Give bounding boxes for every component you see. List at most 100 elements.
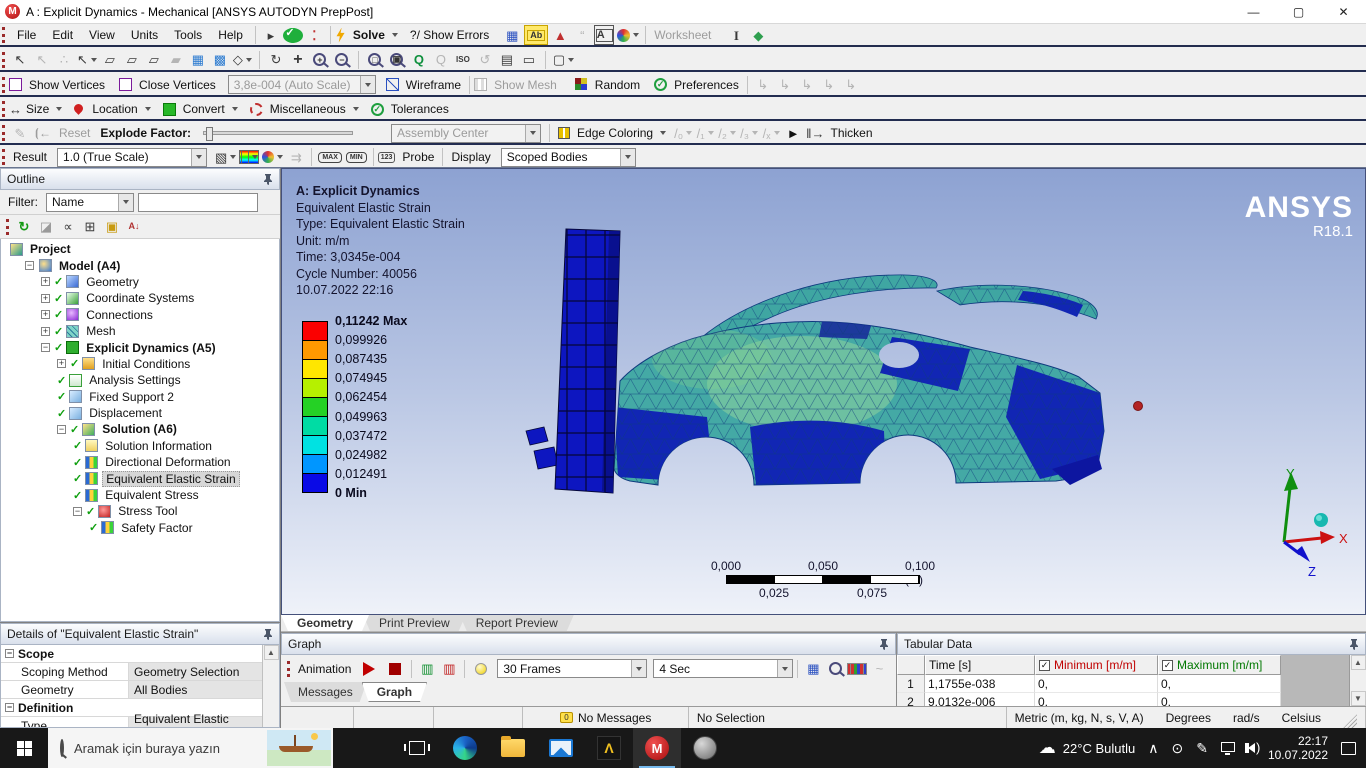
contours-display-icon[interactable]	[239, 150, 260, 164]
text-box-icon[interactable]: A	[594, 25, 615, 45]
result-scale-dropdown[interactable]	[191, 148, 207, 166]
convert-button[interactable]: Convert	[183, 102, 225, 116]
duration-dropdown[interactable]	[777, 660, 793, 677]
ansys-workbench-button[interactable]: Λ	[585, 728, 633, 768]
tree-expander[interactable]: −	[25, 261, 34, 271]
magnifier-green-icon[interactable]: Q	[409, 50, 429, 70]
tree-item-analysis-settings[interactable]: ✓ Analysis Settings	[1, 372, 279, 388]
scroll-down-button[interactable]: ▼	[1350, 691, 1366, 706]
size-button[interactable]: Size	[26, 102, 49, 116]
duration-combo[interactable]: 4 Sec	[653, 659, 794, 678]
pin-icon[interactable]	[263, 173, 273, 185]
tab-messages[interactable]: Messages	[284, 682, 367, 702]
close-vertices-button[interactable]: Close Vertices	[139, 78, 216, 92]
details-scrollbar[interactable]: ▲	[262, 645, 279, 727]
refresh-tree-icon[interactable]: ↻	[14, 217, 34, 237]
viewports-icon[interactable]: ▤	[497, 50, 517, 70]
graphics-viewport[interactable]: A: Explicit Dynamics Equivalent Elastic …	[281, 168, 1366, 615]
select-vertex-box-icon[interactable]: ▱	[100, 50, 120, 70]
tree-item-project[interactable]: Project	[1, 241, 279, 257]
select-mesh-element-icon[interactable]: ▩	[210, 50, 230, 70]
frames-dropdown[interactable]	[631, 660, 647, 677]
tab-print-preview[interactable]: Print Preview	[363, 615, 466, 631]
tree-item-explicit-dynamics-a5-[interactable]: − ✓ Explicit Dynamics (A5)	[1, 339, 279, 355]
tree-item-solution-a6-[interactable]: − ✓ Solution (A6)	[1, 421, 279, 437]
taskbar-search[interactable]: Aramak için buraya yazın	[48, 728, 333, 768]
menu-help[interactable]: Help	[210, 26, 251, 44]
tree-item-equivalent-stress[interactable]: ✓ Equivalent Stress	[1, 487, 279, 503]
close-button[interactable]: ✕	[1321, 0, 1366, 24]
result-set-bars-red-icon[interactable]: ▥	[439, 659, 459, 679]
wizard-icon[interactable]: ▸	[261, 25, 281, 45]
tree-item-model-a4-[interactable]: − Model (A4)	[1, 257, 279, 273]
speaker-icon[interactable]	[1244, 740, 1260, 755]
sort-az-icon[interactable]: A↓	[124, 217, 144, 237]
solve-button[interactable]: Solve	[353, 28, 385, 42]
maximize-button[interactable]: ▢	[1276, 0, 1321, 24]
preferences-button[interactable]: Preferences	[674, 78, 739, 92]
location-button[interactable]: Location	[92, 102, 137, 116]
display-dropdown[interactable]	[619, 148, 635, 166]
remote-solve-icon[interactable]: ⁚	[305, 25, 325, 45]
menu-edit[interactable]: Edit	[44, 26, 81, 44]
tree-item-safety-factor[interactable]: ✓ Safety Factor	[1, 520, 279, 536]
minimize-button[interactable]: —	[1231, 0, 1276, 24]
iso-view-icon[interactable]: ISO	[453, 50, 473, 70]
select-face-box-icon[interactable]: ▱	[144, 50, 164, 70]
show-vertices-button[interactable]: Show Vertices	[29, 78, 105, 92]
pin-icon[interactable]	[879, 638, 889, 650]
zoom-graph-icon[interactable]	[825, 659, 845, 679]
ibeam-cursor-icon[interactable]: I	[726, 25, 746, 45]
search-daily-image[interactable]	[267, 730, 331, 766]
pan-icon[interactable]: +	[288, 50, 308, 70]
tabular-scrollbar[interactable]: ▲ ▼	[1349, 655, 1366, 706]
box-zoom-icon[interactable]: □	[365, 50, 385, 70]
details-row-type[interactable]: TypeEquivalent Elastic Strain	[1, 712, 262, 727]
tree-item-directional-deformation[interactable]: ✓ Directional Deformation	[1, 454, 279, 470]
window-layout-icon[interactable]: ▢	[552, 50, 575, 70]
annotation-label-icon[interactable]: Ab	[524, 25, 549, 45]
filter-search-input[interactable]	[138, 192, 258, 212]
tag-icon[interactable]: ◆	[748, 25, 768, 45]
tree-expander[interactable]: −	[73, 506, 82, 516]
maximum-checkbox[interactable]: ✓	[1162, 659, 1173, 671]
tree-item-fixed-support-2[interactable]: ✓ Fixed Support 2	[1, 389, 279, 405]
mail-button[interactable]	[537, 728, 585, 768]
section-plane-icon[interactable]: ▦	[502, 25, 522, 45]
menu-tools[interactable]: Tools	[166, 26, 210, 44]
orientation-triad[interactable]: Y X Z	[1232, 464, 1357, 582]
capture-icon[interactable]: ⊙	[1171, 740, 1183, 757]
tree-expander[interactable]: −	[57, 424, 66, 434]
bulb-icon[interactable]	[475, 662, 488, 675]
edge-browser-button[interactable]	[441, 728, 489, 768]
expand-edges-icon[interactable]: ‖→	[805, 123, 825, 143]
tree-item-initial-conditions[interactable]: + ✓ Initial Conditions	[1, 356, 279, 372]
hidden-icons-chevron[interactable]: ∧	[1148, 740, 1158, 757]
edge-direction-icon[interactable]: ►	[783, 123, 803, 143]
assembly-center-dropdown[interactable]	[525, 124, 541, 142]
zoom-to-fit-icon[interactable]: ▣	[387, 50, 407, 70]
select-mode-icon[interactable]: ↖	[76, 50, 98, 70]
tree-item-geometry[interactable]: + ✓ Geometry	[1, 274, 279, 290]
details-row-scoping-method[interactable]: Scoping Method Geometry Selection	[1, 663, 262, 681]
collapse-environments-icon[interactable]: ▣	[102, 217, 122, 237]
messages-status[interactable]: 0 No Messages	[523, 707, 689, 728]
miscellaneous-button[interactable]: Miscellaneous	[270, 102, 346, 116]
network-icon[interactable]	[1220, 742, 1235, 755]
tree-item-mesh[interactable]: + ✓ Mesh	[1, 323, 279, 339]
auto-scale-combo[interactable]: 3,8e-004 (Auto Scale)	[227, 75, 376, 94]
auto-scale-dropdown[interactable]	[359, 76, 375, 93]
solve-ready-check-icon[interactable]: ✓	[282, 27, 303, 43]
tree-item-coordinate-systems[interactable]: + ✓ Coordinate Systems	[1, 290, 279, 306]
show-connections-icon[interactable]: ∝	[58, 217, 78, 237]
solve-dropdown-arrow[interactable]	[391, 33, 398, 37]
frames-combo[interactable]: 30 Frames	[497, 659, 648, 678]
tab-geometry[interactable]: Geometry	[281, 615, 369, 631]
details-row-geometry[interactable]: Geometry All Bodies	[1, 681, 262, 699]
time-column-header[interactable]: Time [s]	[925, 655, 1035, 675]
rotate-icon[interactable]: ↻	[266, 50, 286, 70]
task-view-button[interactable]	[393, 728, 441, 768]
tab-report-preview[interactable]: Report Preview	[460, 615, 574, 631]
pen-icon[interactable]: ✎	[1196, 740, 1208, 757]
clear-generated-data-icon[interactable]: ◪	[36, 217, 56, 237]
